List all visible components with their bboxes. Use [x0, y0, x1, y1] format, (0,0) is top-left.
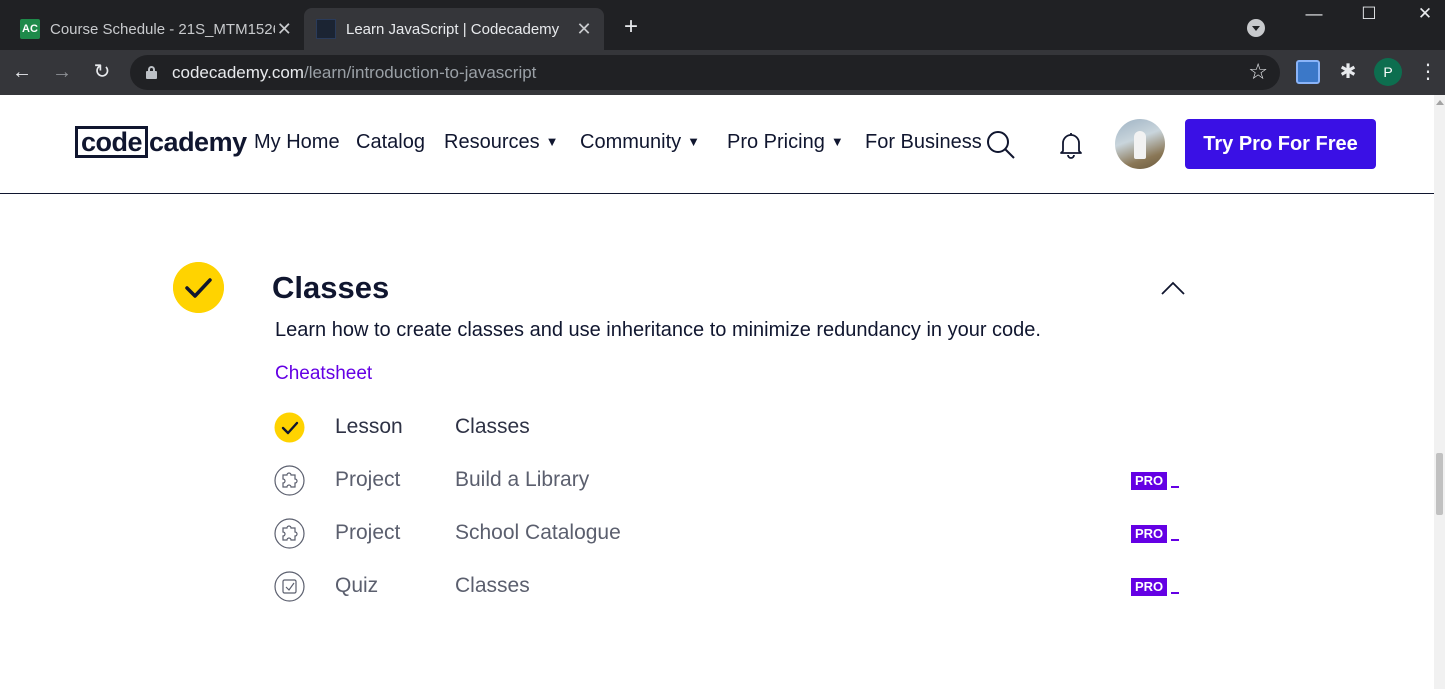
browser-toolbar: ← → ↻ codecademy.com/learn/introduction-… — [0, 50, 1445, 95]
pro-badge-underline — [1171, 539, 1179, 541]
caret-down-icon: ▼ — [830, 134, 844, 149]
site-header: code cademy My Home Catalog Resources ▼ Co… — [0, 95, 1434, 194]
scroll-up-icon[interactable] — [1436, 100, 1444, 105]
nav-community[interactable]: Community ▼ — [580, 131, 700, 154]
item-name[interactable]: Classes — [455, 415, 530, 439]
item-name[interactable]: Build a Library — [455, 468, 589, 492]
nav-resources[interactable]: Resources ▼ — [444, 131, 558, 154]
caret-down-icon: ▼ — [545, 134, 559, 149]
chevron-up-icon[interactable] — [1160, 280, 1186, 296]
check-icon — [274, 412, 305, 443]
extension-image-icon[interactable] — [1296, 60, 1320, 84]
page-content: code cademy My Home Catalog Resources ▼ Co… — [0, 95, 1445, 689]
forward-arrow-icon[interactable]: → — [50, 60, 74, 84]
maximize-button[interactable]: ☐ — [1349, 4, 1389, 28]
tab-title: Course Schedule - 21S_MTM1526 — [50, 20, 275, 38]
pro-badge: PRO — [1131, 472, 1168, 490]
pro-badge-underline — [1171, 592, 1179, 594]
scrollbar-thumb[interactable] — [1436, 453, 1443, 515]
content-item-row[interactable]: Project School Catalogue PRO — [274, 516, 1184, 550]
tab-title: Learn JavaScript | Codecademy — [346, 20, 560, 38]
ac-favicon-icon: AC — [20, 19, 40, 39]
nav-for-business[interactable]: For Business — [865, 131, 982, 154]
close-window-button[interactable]: ✕ — [1405, 4, 1445, 28]
item-name[interactable]: Classes — [455, 574, 530, 598]
codecademy-favicon-icon — [316, 19, 336, 39]
browser-profile-avatar[interactable]: P — [1374, 58, 1402, 86]
minimize-button[interactable]: — — [1294, 4, 1334, 28]
codecademy-logo[interactable]: code cademy — [75, 125, 247, 159]
browser-tab-codecademy[interactable]: Learn JavaScript | Codecademy ✕ — [304, 8, 604, 50]
reload-icon[interactable]: ↻ — [90, 60, 114, 84]
cheatsheet-link[interactable]: Cheatsheet — [275, 363, 372, 385]
content-item-row[interactable]: Lesson Classes — [274, 410, 1184, 444]
item-type: Project — [335, 521, 401, 544]
pro-badge-underline — [1171, 486, 1179, 488]
item-type: Project — [335, 468, 401, 491]
tab-search-icon[interactable] — [1247, 19, 1265, 37]
page-scrollbar[interactable] — [1434, 95, 1445, 689]
quiz-icon — [274, 571, 305, 602]
nav-my-home[interactable]: My Home — [254, 131, 340, 154]
new-tab-button[interactable]: + — [618, 14, 644, 40]
tab-close-icon[interactable]: ✕ — [275, 19, 294, 40]
content-item-row[interactable]: Project Build a Library PRO — [274, 463, 1184, 497]
puzzle-icon — [274, 465, 305, 496]
tab-close-icon[interactable]: ✕ — [574, 19, 594, 40]
browser-menu-icon[interactable]: ⋮ — [1418, 60, 1438, 84]
nav-catalog[interactable]: Catalog — [356, 131, 425, 154]
pro-badge: PRO — [1131, 578, 1168, 596]
module-title: Classes — [272, 270, 390, 305]
item-type: Lesson — [335, 415, 403, 438]
url-text[interactable]: codecademy.com/learn/introduction-to-jav… — [172, 63, 536, 83]
module-complete-check-icon — [173, 262, 224, 313]
puzzle-icon — [274, 518, 305, 549]
item-name[interactable]: School Catalogue — [455, 521, 621, 545]
notification-bell-icon[interactable] — [1058, 131, 1084, 159]
item-type: Quiz — [335, 574, 379, 597]
search-icon[interactable] — [986, 130, 1016, 160]
bookmark-star-icon[interactable]: ☆ — [1248, 59, 1268, 85]
caret-down-icon: ▼ — [687, 134, 701, 149]
pro-badge: PRO — [1131, 525, 1168, 543]
address-bar[interactable]: codecademy.com/learn/introduction-to-jav… — [130, 55, 1280, 90]
lock-icon[interactable] — [146, 66, 157, 79]
back-arrow-icon[interactable]: ← — [10, 60, 34, 84]
try-pro-button[interactable]: Try Pro For Free — [1185, 119, 1376, 169]
module-description: Learn how to create classes and use inhe… — [275, 319, 1041, 341]
browser-tab-bar: AC Course Schedule - 21S_MTM1526 ✕ Learn… — [0, 0, 1445, 50]
content-item-row[interactable]: Quiz Classes PRO — [274, 569, 1184, 603]
browser-tab-course-schedule[interactable]: AC Course Schedule - 21S_MTM1526 ✕ — [8, 8, 304, 50]
nav-pro-pricing[interactable]: Pro Pricing ▼ — [727, 131, 844, 154]
extensions-puzzle-icon[interactable]: ✱ — [1336, 60, 1360, 84]
user-avatar[interactable] — [1115, 119, 1165, 169]
